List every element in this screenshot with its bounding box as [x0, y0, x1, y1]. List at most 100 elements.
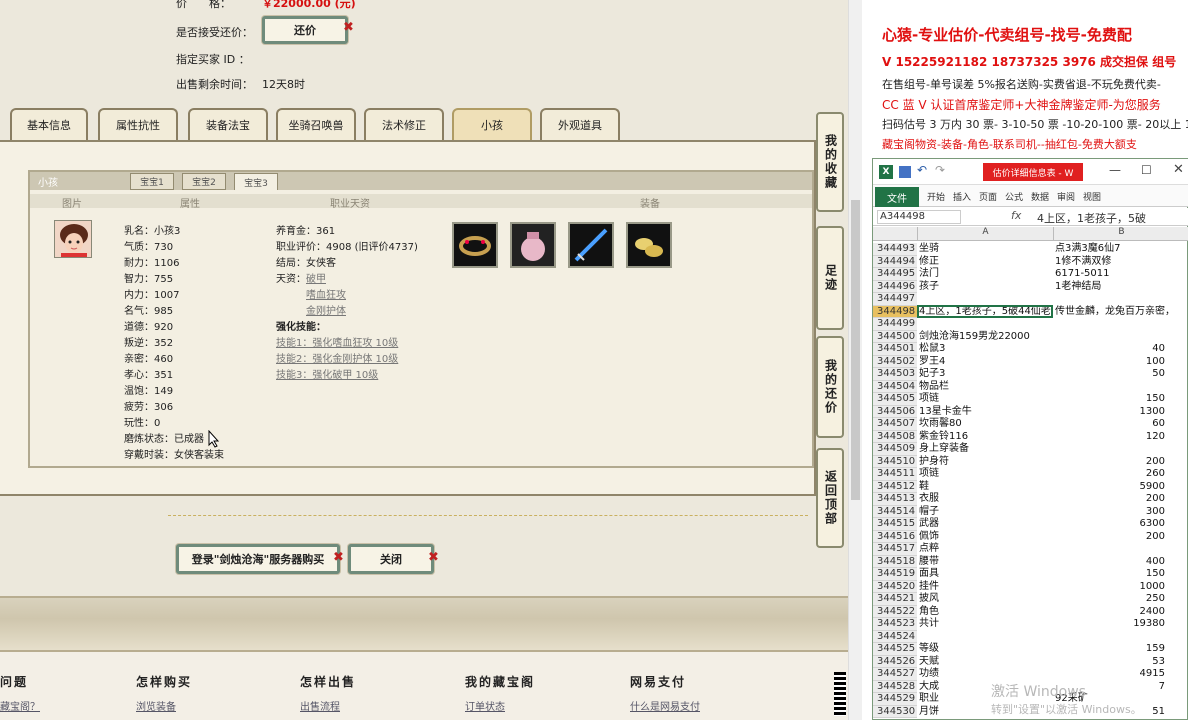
cell-a[interactable]: 帽子 [919, 506, 939, 518]
row-header[interactable]: 344516 [873, 530, 917, 543]
active-cell[interactable] [917, 305, 1053, 318]
cell-a[interactable]: 等级 [919, 643, 939, 655]
cell-b[interactable]: 4915 [1055, 668, 1165, 680]
row-header[interactable]: 344527 [873, 668, 917, 681]
back-to-top-button[interactable]: 返回顶部 [816, 448, 844, 548]
cell-b[interactable]: 50 [1055, 368, 1165, 380]
cell-b[interactable]: 点3满3魔6仙7 [1055, 243, 1165, 255]
skill-2[interactable]: 技能2：强化金刚护体 10级 [276, 350, 398, 365]
cell-b[interactable]: 传世金麟，龙兔百万亲密， [1055, 306, 1175, 318]
skill-1[interactable]: 技能1：强化嗜血狂攻 10级 [276, 334, 398, 349]
cell-a[interactable]: 共计 [919, 618, 939, 630]
row-header[interactable]: 344522 [873, 605, 917, 618]
cell-a[interactable]: 腰带 [919, 556, 939, 568]
row-header[interactable]: 344512 [873, 480, 917, 493]
cell-b[interactable]: 200 [1055, 493, 1165, 505]
cell-b[interactable]: 60 [1055, 418, 1165, 430]
row-header[interactable]: 344515 [873, 518, 917, 531]
ribbon-tab-home[interactable]: 开始 [927, 190, 945, 203]
cell-a[interactable]: 功绩 [919, 668, 939, 680]
cell-b[interactable]: 120 [1055, 431, 1165, 443]
cell-a[interactable]: 鞋 [919, 481, 929, 493]
tab-spells[interactable]: 法术修正 [364, 108, 444, 140]
row-header[interactable]: 344517 [873, 543, 917, 556]
cell-b[interactable]: 53 [1055, 656, 1165, 668]
cell-b[interactable]: 200 [1055, 531, 1165, 543]
formula-input[interactable]: 4上区，1老孩子，5破 [1037, 210, 1146, 226]
equip-slot-3[interactable] [568, 222, 614, 268]
cell-a[interactable]: 剑烛沧海159男龙22000 [919, 331, 1030, 343]
row-header[interactable]: 344504 [873, 380, 917, 393]
maximize-icon[interactable]: ☐ [1141, 163, 1152, 177]
login-server-buy-button[interactable]: 登录"剑烛沧海"服务器购买 [176, 544, 340, 574]
row-header[interactable]: 344529 [873, 693, 917, 706]
ribbon-tab-data[interactable]: 数据 [1031, 190, 1049, 203]
row-header[interactable]: 344509 [873, 443, 917, 456]
cell-a[interactable]: 孩子 [919, 281, 939, 293]
my-counter-offers-button[interactable]: 我的还价 [816, 336, 844, 438]
cell-b[interactable]: 300 [1055, 506, 1165, 518]
tab-basic-info[interactable]: 基本信息 [10, 108, 88, 140]
column-header-b[interactable]: B [1053, 227, 1188, 241]
ribbon-tab-file[interactable]: 文件 [875, 187, 919, 207]
cell-a[interactable]: 角色 [919, 606, 939, 618]
row-header[interactable]: 344523 [873, 618, 917, 631]
cell-b[interactable]: 100 [1055, 356, 1165, 368]
footer-link-browse[interactable]: 浏览装备 [136, 698, 176, 713]
subtab-baby2[interactable]: 宝宝2 [182, 173, 226, 190]
cell-a[interactable]: 月饼 [919, 706, 939, 718]
cell-b[interactable]: 1修不满双修 [1055, 256, 1165, 268]
talent-link-jingang[interactable]: 金刚护体 [306, 302, 346, 317]
row-header[interactable]: 344524 [873, 630, 917, 643]
ribbon-tab-review[interactable]: 审阅 [1057, 190, 1075, 203]
tab-mounts[interactable]: 坐骑召唤兽 [276, 108, 356, 140]
cell-a[interactable]: 护身符 [919, 456, 949, 468]
skill-3[interactable]: 技能3：强化破甲 10级 [276, 366, 378, 381]
my-favorites-button[interactable]: 我的收藏 [816, 112, 844, 212]
footer-link-faq[interactable]: 藏宝阁？ [0, 698, 40, 713]
row-header[interactable]: 344520 [873, 580, 917, 593]
row-header[interactable]: 344508 [873, 430, 917, 443]
cell-a[interactable]: 面具 [919, 568, 939, 580]
row-header[interactable]: 344499 [873, 318, 917, 331]
tab-appearance[interactable]: 外观道具 [540, 108, 620, 140]
ribbon-tab-layout[interactable]: 页面 [979, 190, 997, 203]
row-header[interactable]: 344495 [873, 268, 917, 281]
minimize-icon[interactable]: — [1109, 163, 1121, 177]
cell-a[interactable]: 职业 [919, 693, 939, 705]
cell-a[interactable]: 松鼠3 [919, 343, 945, 355]
ribbon-tab-formulas[interactable]: 公式 [1005, 190, 1023, 203]
cell-b[interactable]: 1老神结局 [1055, 281, 1165, 293]
equip-slot-4[interactable] [626, 222, 672, 268]
row-header[interactable]: 344500 [873, 330, 917, 343]
row-header[interactable]: 344503 [873, 368, 917, 381]
cell-a[interactable]: 坐骑 [919, 243, 939, 255]
undo-icon[interactable]: ↶ [917, 163, 927, 177]
cell-a[interactable]: 衣服 [919, 493, 939, 505]
cell-a[interactable]: 项链 [919, 468, 939, 480]
row-header[interactable]: 344514 [873, 505, 917, 518]
cell-a[interactable]: 身上穿装备 [919, 443, 969, 455]
cell-a[interactable]: 修正 [919, 256, 939, 268]
cell-a[interactable]: 点粹 [919, 543, 939, 555]
row-header[interactable]: 344498 [873, 305, 917, 318]
talent-link-pojia[interactable]: 破甲 [306, 270, 326, 285]
tab-child[interactable]: 小孩 [452, 108, 532, 140]
cell-a[interactable]: 天赋 [919, 656, 939, 668]
cell-a[interactable]: 佩饰 [919, 531, 939, 543]
cell-a[interactable]: 罗王4 [919, 356, 945, 368]
subtab-baby1[interactable]: 宝宝1 [130, 173, 174, 190]
row-header[interactable]: 344521 [873, 593, 917, 606]
row-header[interactable]: 344530 [873, 705, 917, 718]
row-header[interactable]: 344506 [873, 405, 917, 418]
cell-a[interactable]: 法门 [919, 268, 939, 280]
cell-a[interactable]: 大成 [919, 681, 939, 693]
subtab-baby3[interactable]: 宝宝3 [234, 173, 278, 190]
cell-b[interactable]: 400 [1055, 556, 1165, 568]
cell-a[interactable]: 武器 [919, 518, 939, 530]
close-button[interactable]: 关闭 [348, 544, 434, 574]
cell-b[interactable]: 150 [1055, 568, 1165, 580]
row-header[interactable]: 344513 [873, 493, 917, 506]
ribbon-tab-view[interactable]: 视图 [1083, 190, 1101, 203]
scrollbar-thumb[interactable] [851, 200, 860, 500]
